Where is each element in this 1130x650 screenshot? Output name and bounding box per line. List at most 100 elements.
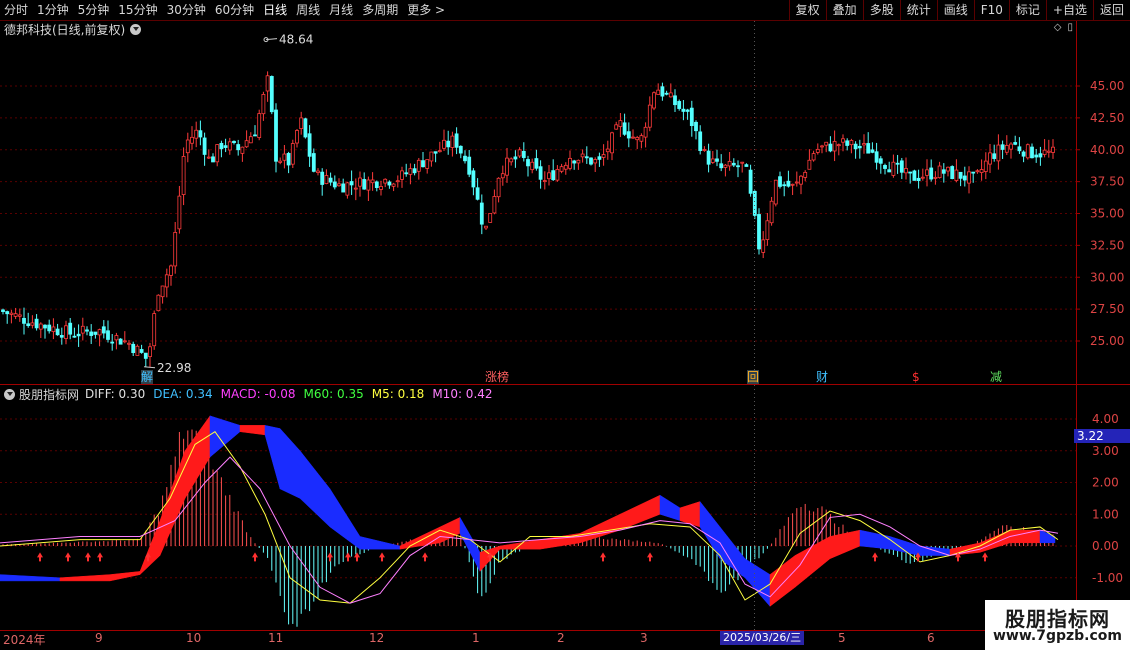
candle-body (181, 156, 186, 195)
candle-body (1021, 151, 1026, 157)
price-tick-label: 42.50 (1090, 111, 1124, 125)
event-marker[interactable]: 减 (990, 370, 1002, 384)
candle-body (584, 156, 589, 159)
signal-arrow-icon (600, 552, 606, 562)
candle-body (295, 130, 299, 144)
price-tick-label: 40.00 (1090, 143, 1124, 157)
candle-body (853, 143, 858, 150)
indicator-tick-label: 0.00 (1092, 539, 1119, 553)
indicator-band-segment (59, 574, 111, 582)
candle-body (992, 153, 997, 159)
event-marker[interactable]: $ (912, 370, 920, 384)
stock-title: 德邦科技(日线,前复权) (4, 22, 126, 37)
title-dropdown-icon[interactable] (130, 23, 142, 35)
candle-body (64, 325, 68, 339)
candle-body (652, 92, 656, 109)
panel-toggle-icon[interactable]: ▯ (1067, 22, 1073, 33)
indicator-band-segment (889, 536, 921, 556)
candle-body (429, 151, 434, 162)
candle-body (379, 186, 383, 190)
candle-body (614, 124, 619, 130)
candle-body (715, 158, 719, 162)
indicator-band-segment (699, 500, 721, 560)
candle-body (761, 239, 766, 253)
candle-body (408, 168, 413, 175)
event-marker[interactable]: 解 (141, 370, 154, 384)
candle-body (353, 187, 358, 190)
candle-body (962, 175, 967, 181)
candle-body (1013, 142, 1018, 145)
candle-body (849, 140, 854, 146)
indicator-band-segment (859, 529, 891, 550)
candle-body (328, 177, 333, 183)
indicator-band-segment (659, 494, 681, 521)
date-axis-label: 9 (95, 631, 103, 645)
candle-body (820, 145, 824, 148)
candle-body (530, 161, 535, 171)
candle-body (421, 160, 425, 168)
candle-body (1042, 149, 1047, 155)
candle-body (101, 326, 106, 334)
candle-body (404, 172, 409, 175)
indicator-value: M60: 0.35 (303, 387, 364, 401)
candle-body (765, 220, 770, 240)
candle-body (425, 159, 430, 169)
candle-body (929, 167, 934, 180)
indicator-band-segment (329, 487, 361, 550)
candle-body (370, 179, 375, 184)
candle-body (190, 136, 194, 144)
candle-body (668, 92, 673, 98)
indicator-band-segment (979, 529, 1011, 553)
candle-body (769, 200, 774, 224)
candle-body (391, 183, 396, 187)
candle-body (706, 150, 711, 165)
candle-body (114, 335, 119, 341)
candle-body (446, 140, 451, 148)
event-marker[interactable]: 涨榜 (485, 370, 509, 384)
candle-body (946, 166, 950, 172)
indicator-panel-title: 股朋指标网 DIFF: 0.30 DEA: 0.34 MACD: -0.08 M60:… (4, 386, 501, 402)
event-marker[interactable]: 回 (747, 370, 760, 384)
candle-body (916, 177, 921, 181)
event-marker[interactable]: 财 (816, 370, 828, 384)
candle-body (597, 156, 602, 160)
watermark-url: www.7gpzb.com (992, 628, 1122, 644)
date-axis-label: 2 (557, 631, 565, 645)
diamond-icon[interactable]: ◇ (1054, 22, 1062, 33)
candle-body (752, 190, 757, 216)
candle-body (198, 130, 203, 138)
indicator-dropdown-icon[interactable] (4, 388, 15, 400)
candle-body (500, 173, 505, 179)
candle-body (286, 153, 291, 166)
candle-body (593, 159, 598, 164)
candle-body (723, 164, 728, 168)
candle-body (895, 162, 900, 165)
candle-body (454, 133, 459, 148)
candle-body (265, 75, 270, 92)
indicator-values: DIFF: 0.30 DEA: 0.34 MACD: -0.08 M60: 0.35 M… (85, 387, 501, 401)
candle-body (799, 175, 803, 185)
candle-body (118, 338, 123, 345)
candle-body (194, 129, 199, 139)
chart-canvas[interactable]: 45.0042.5040.0037.5035.0032.5030.0027.50… (0, 0, 1130, 650)
candle-body (979, 169, 984, 173)
candle-body (899, 160, 904, 173)
candle-body (349, 181, 354, 186)
low-marker-line (143, 366, 156, 369)
indicator-band-segment (239, 425, 266, 436)
candle-body (521, 150, 526, 158)
candle-body (332, 181, 337, 188)
candle-body (685, 109, 690, 112)
candle-body (681, 108, 686, 112)
indicator-tick-label: 1.00 (1092, 507, 1119, 521)
candle-body (412, 168, 417, 174)
candle-body (513, 156, 518, 160)
candle-body (488, 213, 493, 223)
candle-body (206, 156, 211, 159)
signal-arrow-icon (252, 552, 258, 562)
candle-body (509, 158, 514, 163)
price-tick-label: 32.50 (1090, 238, 1124, 252)
candle-body (920, 176, 925, 179)
signal-arrow-icon (872, 552, 878, 562)
date-axis-label: 10 (186, 631, 202, 645)
